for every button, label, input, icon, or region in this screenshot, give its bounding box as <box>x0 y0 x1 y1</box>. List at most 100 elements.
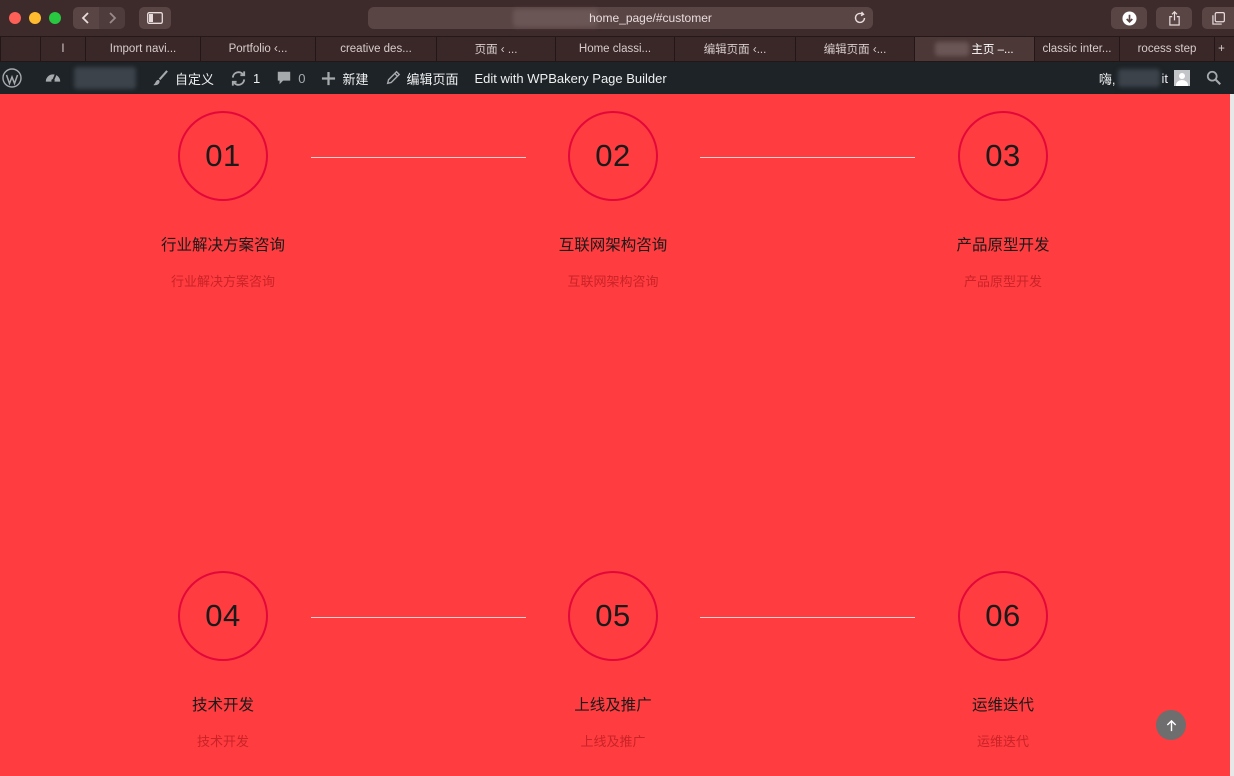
sidebar-toggle-button[interactable] <box>139 7 171 29</box>
step-title: 运维迭代 <box>971 696 1034 714</box>
downloads-button[interactable] <box>1111 7 1147 29</box>
browser-tab[interactable]: Home classi... <box>555 37 674 61</box>
browser-tab[interactable]: classic inter... <box>1034 37 1119 61</box>
browser-tab[interactable]: 编辑页面 ‹... <box>674 37 795 61</box>
step-title: 上线及推广 <box>574 696 652 714</box>
forward-button[interactable] <box>99 7 125 29</box>
comment-bubble-icon <box>278 71 291 85</box>
reload-icon[interactable] <box>853 11 867 25</box>
browser-tab[interactable]: 主页 –... <box>914 37 1034 61</box>
wordpress-logo-icon <box>2 68 22 88</box>
browser-tab[interactable]: rocess step <box>1119 37 1214 61</box>
edit-page-link[interactable]: 编辑页面 <box>377 62 467 94</box>
updates-link[interactable]: 1 <box>222 62 268 94</box>
back-button[interactable] <box>73 7 99 29</box>
redacted-site-name[interactable] <box>74 67 136 89</box>
tab-label: Home classi... <box>578 43 652 55</box>
chevron-right-icon <box>109 12 117 24</box>
process-step-02: 02 互联网架构咨询 互联网架构咨询 <box>503 111 723 290</box>
redacted-tab-title <box>935 42 970 56</box>
comments-link[interactable]: 0 <box>268 62 313 94</box>
pencil-icon <box>386 70 400 85</box>
step-connector <box>311 617 526 618</box>
step-title: 产品原型开发 <box>956 236 1050 254</box>
admin-search[interactable] <box>1196 62 1234 94</box>
step-number-circle: 05 <box>568 571 658 661</box>
tab-label: creative des... <box>340 43 412 55</box>
step-subtitle: 运维迭代 <box>976 735 1029 750</box>
tab-label: I <box>61 43 65 55</box>
step-subtitle: 产品原型开发 <box>963 275 1042 290</box>
redacted-domain <box>513 9 598 27</box>
customize-label: 自定义 <box>175 71 215 87</box>
minimize-window-button[interactable] <box>29 12 41 24</box>
updates-count: 1 <box>253 70 261 86</box>
tabs-icon <box>1211 11 1225 25</box>
new-content-menu[interactable]: 新建 <box>313 62 376 94</box>
step-subtitle: 互联网架构咨询 <box>567 275 659 290</box>
browser-titlebar: home_page/#customer <box>0 0 1234 37</box>
step-title: 技术开发 <box>191 696 254 714</box>
dashboard-menu[interactable] <box>32 62 72 94</box>
step-connector <box>700 617 915 618</box>
step-number-circle: 03 <box>958 111 1048 201</box>
browser-tab[interactable]: 编辑页面 ‹... <box>795 37 914 61</box>
paintbrush-icon <box>153 69 168 85</box>
close-window-button[interactable] <box>9 12 21 24</box>
tab-overview-button[interactable] <box>1202 7 1234 29</box>
step-number-circle: 01 <box>178 111 268 201</box>
wpbakery-edit-link[interactable]: Edit with WPBakery Page Builder <box>467 62 675 94</box>
tab-label: Import navi... <box>109 43 177 55</box>
edit-page-label: 编辑页面 <box>406 71 459 87</box>
step-title: 行业解决方案咨询 <box>160 236 285 254</box>
share-icon <box>1168 10 1180 26</box>
browser-tab[interactable]: 页面 ‹ ... <box>436 37 555 61</box>
process-steps-section: 01 行业解决方案咨询 行业解决方案咨询 02 互联网架构咨询 互联网架构咨询 … <box>0 94 1230 776</box>
wp-logo-menu[interactable] <box>0 62 32 94</box>
step-number-circle: 04 <box>178 571 268 661</box>
browser-tab-strip: I Import navi... Portfolio ‹... creative de… <box>0 37 1234 62</box>
customize-link[interactable]: 自定义 <box>144 62 222 94</box>
tab-label: + <box>1218 43 1225 55</box>
redacted-username <box>1117 69 1160 87</box>
tab-label: 主页 –... <box>971 44 1014 56</box>
process-step-03: 03 产品原型开发 产品原型开发 <box>893 111 1113 290</box>
step-connector <box>700 157 915 158</box>
process-step-04: 04 技术开发 技术开发 <box>113 571 333 750</box>
new-tab-button[interactable]: + <box>1214 37 1228 61</box>
tab-strip-spacer <box>0 37 40 61</box>
arrow-up-icon <box>1166 719 1176 731</box>
maximize-window-button[interactable] <box>49 12 61 24</box>
refresh-updates-icon <box>231 70 246 86</box>
scroll-to-top-button[interactable] <box>1156 710 1186 740</box>
greeting-label: 嗨, <box>1098 71 1116 87</box>
sidebar-icon <box>147 12 163 24</box>
wp-admin-bar: 自定义 1 0 新建 编辑页面 Edit with WPBakery Page … <box>0 62 1234 94</box>
process-step-06: 06 运维迭代 运维迭代 <box>893 571 1113 750</box>
my-account-menu[interactable]: 嗨, it <box>1091 62 1196 94</box>
browser-tab[interactable]: Portfolio ‹... <box>200 37 315 61</box>
username-suffix: it <box>1161 70 1169 86</box>
tab-label: Portfolio ‹... <box>228 43 288 55</box>
download-icon <box>1121 10 1137 26</box>
step-connector <box>311 157 526 158</box>
browser-tab[interactable]: I <box>40 37 85 61</box>
wpbakery-label: Edit with WPBakery Page Builder <box>474 70 667 86</box>
process-step-01: 01 行业解决方案咨询 行业解决方案咨询 <box>113 111 333 290</box>
new-label: 新建 <box>342 71 369 87</box>
process-step-05: 05 上线及推广 上线及推广 <box>503 571 723 750</box>
step-subtitle: 行业解决方案咨询 <box>170 275 275 290</box>
share-button[interactable] <box>1156 7 1192 29</box>
address-bar[interactable]: home_page/#customer <box>368 7 873 29</box>
tab-label: 编辑页面 ‹... <box>823 44 887 56</box>
browser-tab[interactable]: creative des... <box>315 37 436 61</box>
tab-label: classic inter... <box>1042 43 1112 55</box>
avatar <box>1174 70 1190 86</box>
tab-label: rocess step <box>1137 43 1197 55</box>
dashboard-gauge-icon <box>45 74 61 83</box>
step-title: 互联网架构咨询 <box>558 236 668 254</box>
page-scrollbar[interactable] <box>1230 94 1234 776</box>
comments-count: 0 <box>298 70 306 86</box>
browser-tab[interactable]: Import navi... <box>85 37 200 61</box>
tab-label: 页面 ‹ ... <box>474 44 518 56</box>
